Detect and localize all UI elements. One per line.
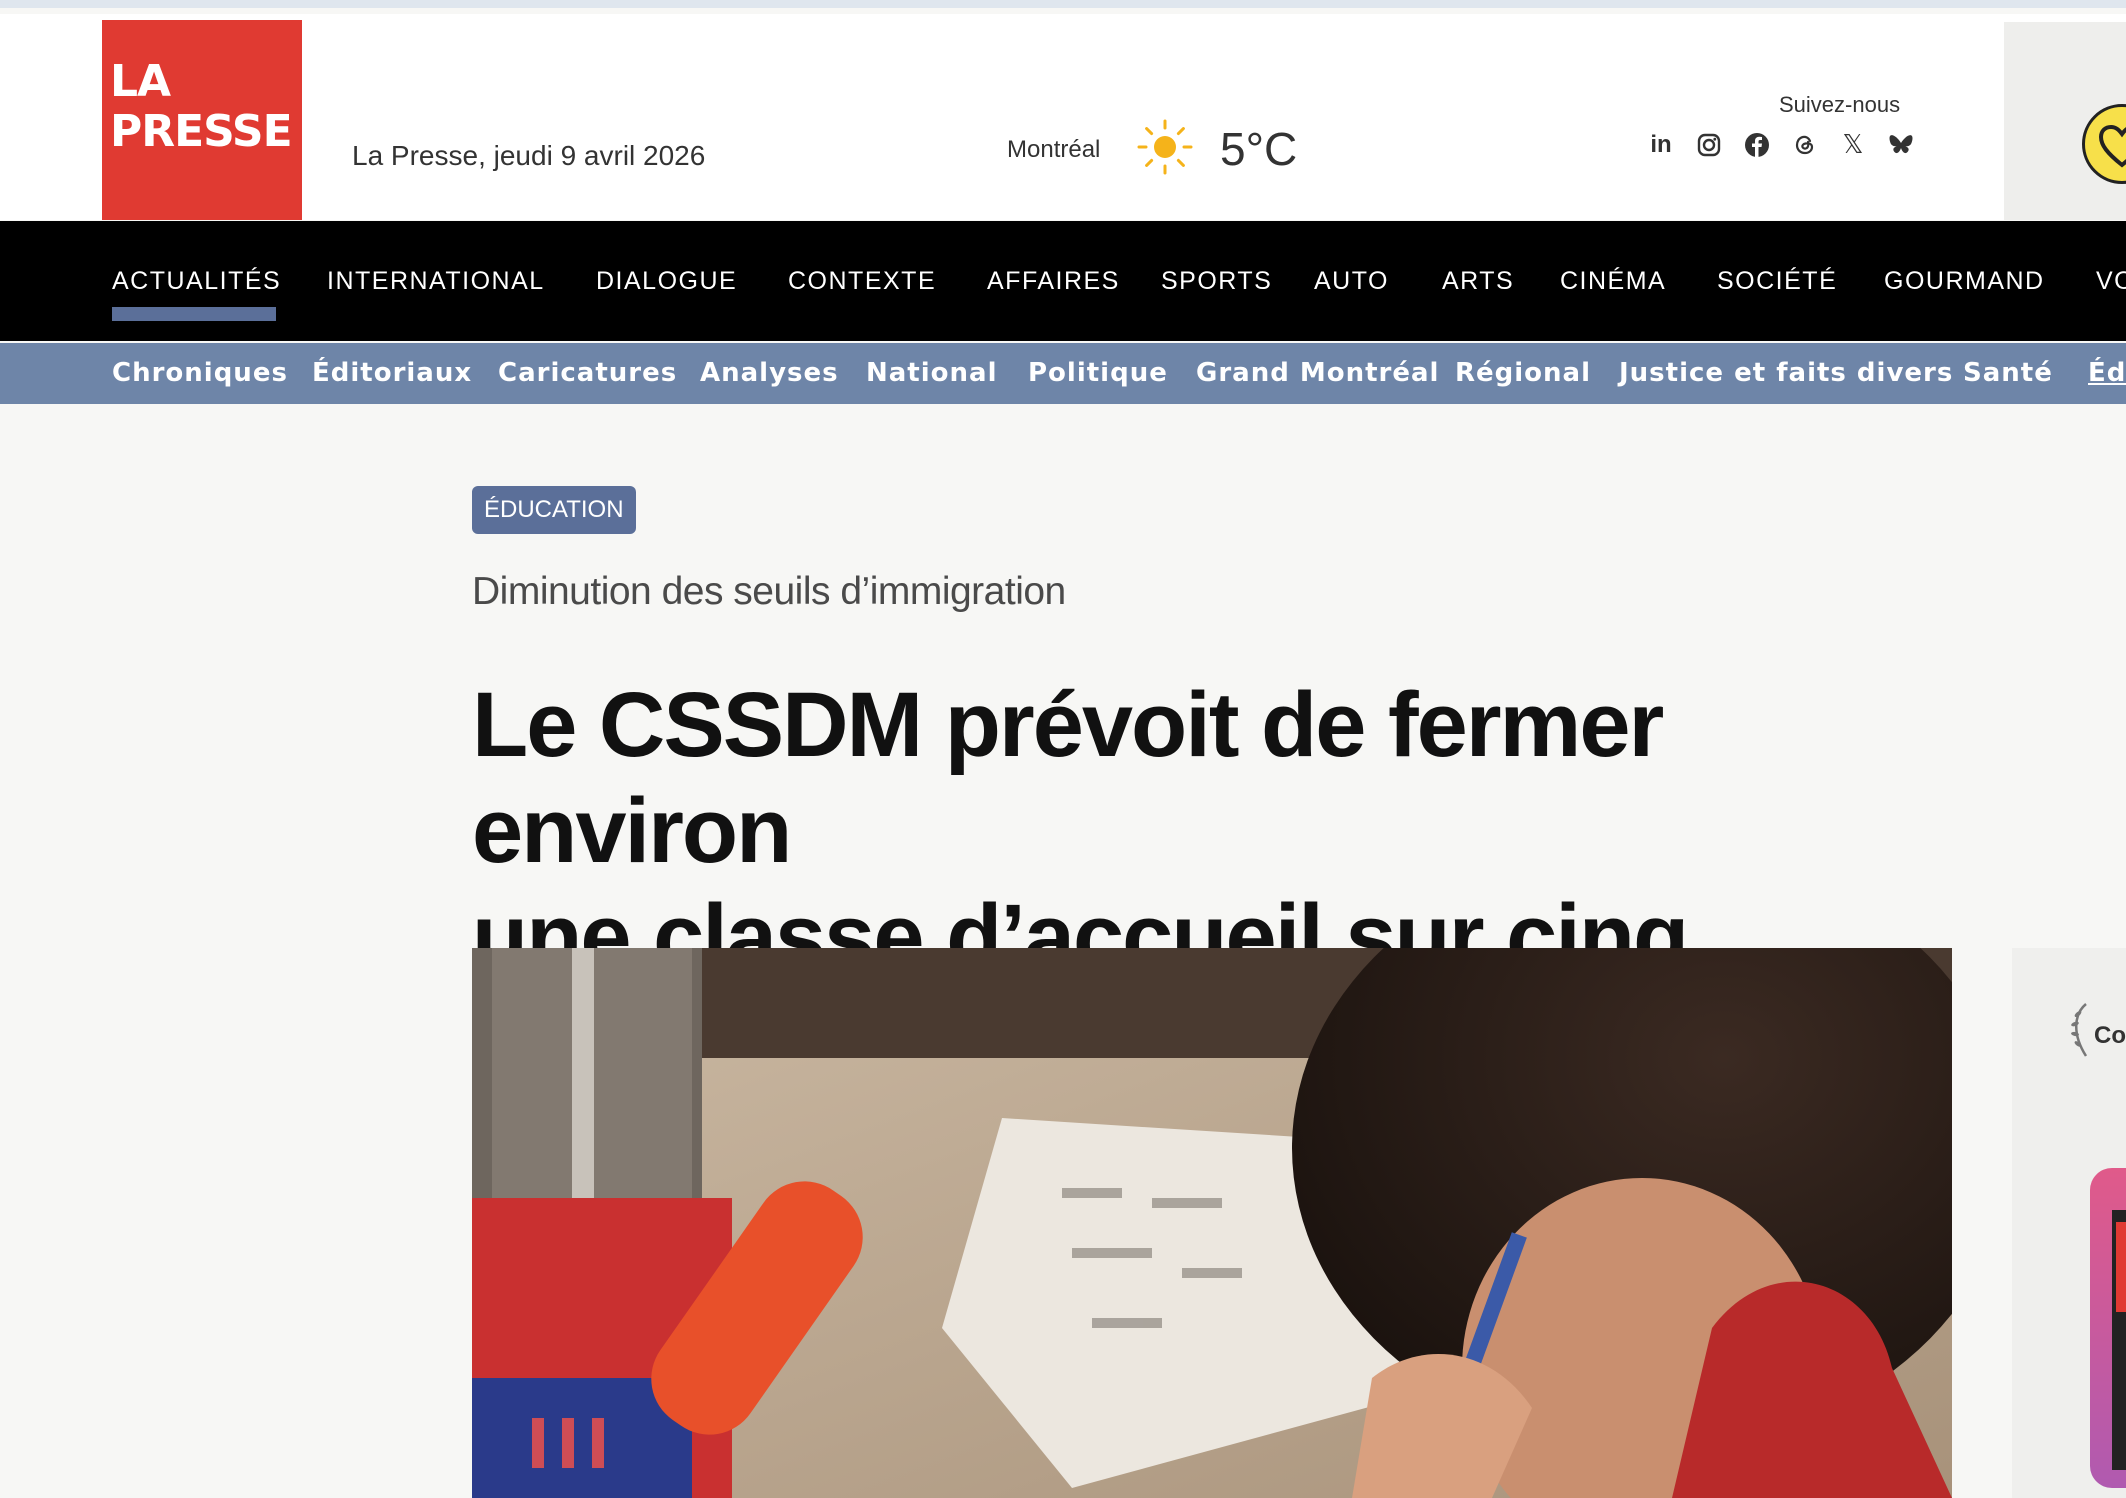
x-icon[interactable]: 𝕏 — [1840, 130, 1866, 160]
browser-top-border — [0, 0, 2126, 8]
weather-city: Montréal — [1007, 136, 1101, 163]
x-glyph: 𝕏 — [1842, 130, 1864, 160]
sidebar-partial-label: Co — [2094, 1022, 2126, 1049]
nav-item-auto[interactable]: AUTO — [1314, 267, 1389, 296]
threads-icon[interactable] — [1792, 132, 1818, 158]
bluesky-icon[interactable] — [1888, 132, 1914, 158]
subnav-item-analyses[interactable]: Analyses — [700, 358, 839, 388]
header-date: La Presse, jeudi 9 avril 2026 — [352, 140, 706, 171]
phone-logo-mini — [2116, 1222, 2126, 1312]
nav-item-sports[interactable]: SPORTS — [1161, 267, 1272, 296]
nav-item-contexte[interactable]: CONTEXTE — [788, 267, 936, 296]
nav-active-indicator — [112, 307, 276, 321]
subnav-item-national[interactable]: National — [866, 358, 997, 388]
nav-item-dialogue[interactable]: DIALOGUE — [596, 267, 737, 296]
la-presse-logo[interactable]: LA PRESSE — [102, 20, 302, 220]
subnav-item-caricatures[interactable]: Caricatures — [498, 358, 677, 388]
subnav-item-education-truncated[interactable]: Édu — [2088, 358, 2126, 388]
subnav-item-regional[interactable]: Régional — [1455, 358, 1591, 388]
article-main-photo[interactable] — [472, 948, 1952, 1498]
section-tag[interactable]: ÉDUCATION — [472, 486, 636, 534]
facebook-icon[interactable] — [1744, 132, 1770, 158]
classroom-photo-illustration — [472, 948, 1952, 1498]
main-navigation: ACTUALITÉS INTERNATIONAL DIALOGUE CONTEX… — [0, 221, 2126, 341]
heart-button[interactable] — [2082, 104, 2126, 184]
instagram-icon[interactable] — [1696, 132, 1722, 158]
headline-line-1: Le CSSDM prévoit de fermer environ — [472, 674, 1664, 882]
nav-item-cinema[interactable]: CINÉMA — [1560, 267, 1666, 296]
sun-icon — [1137, 119, 1193, 175]
nav-item-actualites[interactable]: ACTUALITÉS — [112, 267, 281, 296]
logo-text-line1: LA — [110, 56, 171, 107]
subnav-item-grand-montreal[interactable]: Grand Montréal — [1196, 358, 1439, 388]
weather-temperature: 5°C — [1220, 123, 1298, 175]
heart-icon — [2098, 124, 2126, 168]
nav-item-gourmand[interactable]: GOURMAND — [1884, 267, 2045, 296]
follow-us-label: Suivez-nous — [1779, 92, 1901, 117]
subnav-item-sante[interactable]: Santé — [1963, 358, 2053, 388]
logo-text-line2: PRESSE — [110, 106, 293, 157]
linkedin-icon[interactable]: in — [1648, 131, 1674, 158]
subnav-item-politique[interactable]: Politique — [1028, 358, 1168, 388]
subnav-item-chroniques[interactable]: Chroniques — [112, 358, 288, 388]
nav-item-truncated[interactable]: VO — [2096, 267, 2126, 296]
social-links: in 𝕏 — [1648, 130, 1914, 160]
linkedin-glyph: in — [1650, 131, 1672, 158]
sub-navigation: Chroniques Éditoriaux Caricatures Analys… — [0, 343, 2126, 404]
nav-item-arts[interactable]: ARTS — [1442, 267, 1514, 296]
nav-item-affaires[interactable]: AFFAIRES — [987, 267, 1120, 296]
article-kicker: Diminution des seuils d’immigration — [472, 570, 1066, 613]
subnav-item-justice[interactable]: Justice et faits divers — [1619, 358, 1953, 388]
nav-item-international[interactable]: INTERNATIONAL — [327, 267, 545, 296]
nav-item-societe[interactable]: SOCIÉTÉ — [1717, 267, 1837, 296]
article-headline: Le CSSDM prévoit de fermer environ une c… — [472, 672, 1992, 990]
subnav-item-editoriaux[interactable]: Éditoriaux — [312, 358, 472, 388]
laurel-icon — [2071, 1003, 2088, 1057]
